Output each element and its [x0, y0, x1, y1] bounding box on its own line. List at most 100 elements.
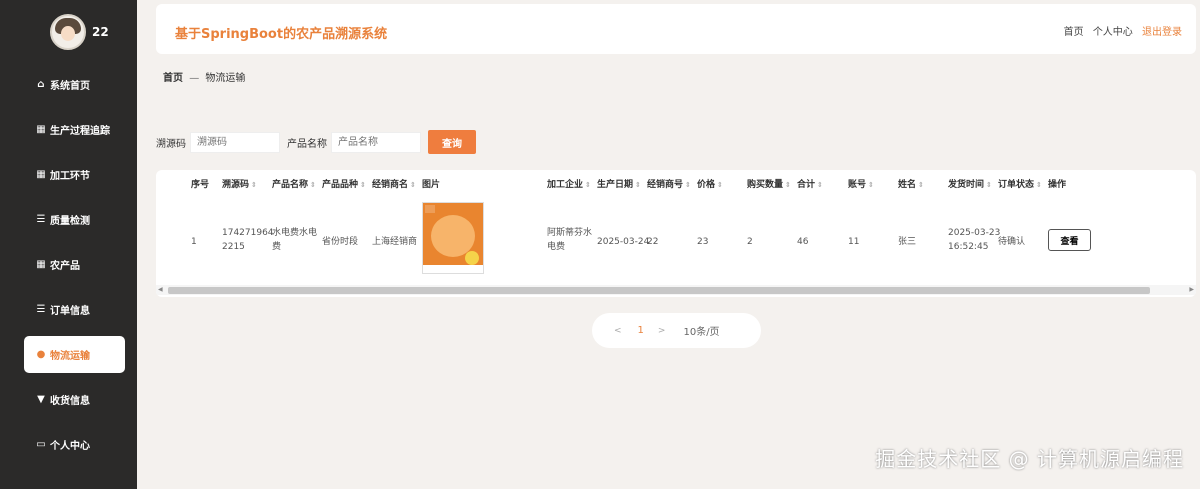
sort-icon: ⇕ — [918, 181, 924, 189]
horizontal-scrollbar[interactable]: ◀ ▶ — [156, 285, 1196, 295]
avatar[interactable] — [50, 14, 86, 50]
sort-icon: ⇕ — [785, 181, 791, 189]
sidebar-item-orders[interactable]: ☰ 订单信息 — [0, 287, 137, 332]
col-header-image: 图片 — [422, 180, 441, 190]
sidebar-item-home[interactable]: ⌂ 系统首页 — [0, 62, 137, 107]
sidebar-item-label: 系统首页 — [50, 81, 90, 92]
cell-product-name: 水电费水电费 — [272, 228, 318, 252]
col-header-variety[interactable]: 产品品种 ⇕ — [322, 178, 366, 192]
col-header-status[interactable]: 订单状态 ⇕ — [998, 178, 1042, 192]
sidebar-item-label: 质量检测 — [50, 216, 90, 227]
breadcrumb-home[interactable]: 首页 — [163, 73, 183, 84]
sort-icon: ⇕ — [1036, 181, 1042, 189]
sort-icon: ⇕ — [868, 181, 874, 189]
sort-icon: ⇕ — [817, 181, 823, 189]
sidebar-item-logistics[interactable]: ● 物流运输 — [24, 336, 125, 373]
cell-ship-time: 2025-03-23 16:52:45 — [948, 228, 1001, 252]
cell-status: 待确认 — [998, 237, 1026, 247]
cell-account: 11 — [848, 237, 860, 247]
cell-variety: 省份时段 — [322, 237, 359, 247]
sort-icon: ⇕ — [251, 181, 257, 189]
view-button[interactable]: 查看 — [1048, 229, 1091, 251]
grid-icon: ▦ — [36, 169, 46, 180]
col-header-total[interactable]: 合计 ⇕ — [797, 178, 823, 192]
cell-production-date: 2025-03-24 — [597, 237, 650, 247]
breadcrumb: 首页 — 物流运输 — [163, 69, 245, 84]
app-title: 基于SpringBoot的农产品溯源系统 — [175, 27, 388, 42]
cell-name: 张三 — [898, 237, 917, 247]
grid-icon: ▦ — [36, 259, 46, 270]
scrollbar-thumb[interactable] — [168, 287, 1150, 294]
sidebar-item-label: 订单信息 — [50, 306, 90, 317]
search-button[interactable]: 查询 — [428, 130, 476, 154]
sort-icon: ⇕ — [360, 181, 366, 189]
data-table: 序号 溯源码 ⇕ 产品名称 ⇕ 产品品种 ⇕ 经销商名 ⇕ 图片 加工企业 ⇕ 生产日期 ⇕… — [156, 170, 1196, 297]
sidebar-item-label: 个人中心 — [50, 441, 90, 452]
pin-icon: ▼ — [37, 394, 45, 405]
sort-icon: ⇕ — [717, 181, 723, 189]
cell-dealer-name: 上海经销商 — [372, 237, 418, 247]
scroll-right-icon[interactable]: ▶ — [1189, 286, 1194, 293]
sidebar-nav: ⌂ 系统首页 ▦ 生产过程追踪 ▦ 加工环节 ☰ 质量检测 ▦ 农产品 ☰ 订单… — [0, 62, 137, 467]
cell-index: 1 — [191, 237, 197, 247]
col-header-action: 操作 — [1048, 180, 1067, 190]
top-link-home[interactable]: 首页 — [1064, 27, 1084, 38]
breadcrumb-separator: — — [189, 73, 200, 84]
page-number-current[interactable]: 1 — [638, 325, 644, 336]
cell-dealer-no: 22 — [647, 237, 659, 247]
watermark: 掘金技术社区 @ 计算机源启编程 — [875, 447, 1184, 471]
sidebar-item-label: 生产过程追踪 — [50, 126, 110, 137]
grid-icon: ▦ — [36, 124, 46, 135]
sidebar-item-production-tracking[interactable]: ▦ 生产过程追踪 — [0, 107, 137, 152]
cell-total: 46 — [797, 237, 809, 247]
sidebar-item-label: 收货信息 — [50, 396, 90, 407]
location-pin-icon: ● — [36, 349, 46, 360]
col-header-ship-time[interactable]: 发货时间 ⇕ — [948, 178, 992, 192]
trace-code-input[interactable] — [190, 131, 280, 153]
scroll-left-icon[interactable]: ◀ — [158, 286, 163, 293]
user-profile[interactable]: 22 — [50, 14, 109, 50]
cell-processor: 阿斯蒂芬水 电费 — [547, 228, 593, 252]
col-header-dealer-name[interactable]: 经销商名 ⇕ — [372, 178, 416, 192]
sidebar-item-products[interactable]: ▦ 农产品 — [0, 242, 137, 287]
product-image[interactable] — [422, 202, 484, 274]
col-header-production-date[interactable]: 生产日期 ⇕ — [597, 178, 641, 192]
sidebar-item-label: 物流运输 — [50, 351, 90, 362]
col-header-price[interactable]: 价格 ⇕ — [697, 178, 723, 192]
cell-quantity: 2 — [747, 237, 753, 247]
user-name: 22 — [92, 25, 109, 39]
sort-icon: ⇕ — [685, 181, 691, 189]
sidebar-item-quality-check[interactable]: ☰ 质量检测 — [0, 197, 137, 242]
sort-icon: ⇕ — [310, 181, 316, 189]
sort-icon: ⇕ — [635, 181, 641, 189]
page-size-select[interactable]: 10条/页 — [683, 323, 719, 338]
col-header-processor[interactable]: 加工企业 ⇕ — [547, 178, 591, 192]
col-header-name[interactable]: 姓名 ⇕ — [898, 178, 924, 192]
col-header-index: 序号 — [191, 180, 210, 190]
col-header-trace-code[interactable]: 溯源码 ⇕ — [222, 178, 257, 192]
sidebar-item-label: 农产品 — [50, 261, 80, 272]
col-header-product-name[interactable]: 产品名称 ⇕ — [272, 178, 316, 192]
logout-link[interactable]: 退出登录 — [1142, 27, 1182, 38]
search-bar: 溯源码 产品名称 查询 — [156, 130, 476, 154]
top-link-profile[interactable]: 个人中心 — [1093, 27, 1133, 38]
next-page-button[interactable]: > — [658, 326, 666, 336]
window-icon: ▭ — [36, 439, 46, 450]
top-header: 基于SpringBoot的农产品溯源系统 首页 个人中心 退出登录 — [156, 4, 1196, 54]
pagination: < 1 > 10条/页 — [592, 313, 761, 348]
home-icon: ⌂ — [37, 79, 45, 90]
sidebar-item-receiving[interactable]: ▼ 收货信息 — [0, 377, 137, 422]
col-header-quantity[interactable]: 购买数量 ⇕ — [747, 178, 791, 192]
sort-icon: ⇕ — [986, 181, 992, 189]
cell-price: 23 — [697, 237, 709, 247]
sort-icon: ⇕ — [410, 181, 416, 189]
trace-code-label: 溯源码 — [156, 138, 186, 150]
col-header-dealer-no[interactable]: 经销商号 ⇕ — [647, 178, 691, 192]
col-header-account[interactable]: 账号 ⇕ — [848, 178, 874, 192]
sidebar-item-processing[interactable]: ▦ 加工环节 — [0, 152, 137, 197]
breadcrumb-current: 物流运输 — [205, 73, 246, 84]
sidebar-item-label: 加工环节 — [50, 171, 90, 182]
sidebar-item-personal-center[interactable]: ▭ 个人中心 — [0, 422, 137, 467]
product-name-input[interactable] — [331, 131, 421, 153]
prev-page-button[interactable]: < — [614, 326, 622, 336]
